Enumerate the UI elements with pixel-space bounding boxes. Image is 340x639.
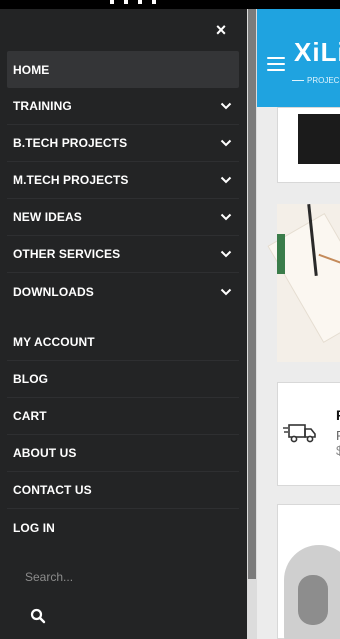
menu-item-cart[interactable]: CART [7, 398, 239, 435]
hamburger-menu-icon[interactable] [267, 57, 285, 71]
notebook-graphic [267, 213, 340, 343]
menu-item-downloads[interactable]: DOWNLOADS [7, 273, 239, 310]
menu-item-other-services[interactable]: OTHER SERVICES [7, 236, 239, 273]
top-bar [0, 0, 340, 9]
menu-item-label: NEW IDEAS [13, 210, 82, 224]
drawer-menu: HOME TRAINING B.TECH PROJECTS M.TECH PRO… [7, 51, 239, 546]
menu-group-gap [7, 310, 239, 324]
menu-item-label: BLOG [13, 372, 49, 386]
delivery-truck-icon [283, 424, 316, 443]
product-card[interactable] [277, 504, 340, 639]
menu-item-label: TRAINING [13, 99, 72, 113]
chevron-down-icon[interactable] [219, 173, 233, 187]
menu-item-contact-us[interactable]: CONTACT US [7, 472, 239, 509]
menu-item-label: B.TECH PROJECTS [13, 136, 128, 150]
chevron-down-icon[interactable] [219, 247, 233, 261]
close-icon[interactable]: × [208, 19, 234, 41]
menu-item-home[interactable]: HOME [7, 51, 239, 88]
feature-card: F F $ [277, 382, 340, 486]
chevron-down-icon[interactable] [219, 285, 233, 299]
product-card[interactable] [277, 107, 340, 183]
product-image-detail [298, 575, 328, 625]
menu-item-label: M.TECH PROJECTS [13, 173, 129, 187]
menu-item-training[interactable]: TRAINING [7, 88, 239, 125]
page-scrollbar[interactable] [247, 9, 257, 639]
product-image [298, 114, 340, 164]
menu-item-btech-projects[interactable]: B.TECH PROJECTS [7, 125, 239, 162]
chevron-down-icon[interactable] [219, 210, 233, 224]
feature-title: F [336, 407, 340, 423]
site-tagline: PROJEC [292, 76, 339, 85]
menu-item-blog[interactable]: BLOG [7, 361, 239, 398]
feature-text: F [336, 428, 340, 443]
top-bar-glyphs [110, 0, 156, 4]
menu-item-new-ideas[interactable]: NEW IDEAS [7, 199, 239, 236]
search-field-wrapper [7, 559, 239, 595]
menu-item-label: ABOUT US [13, 446, 77, 460]
menu-item-label: DOWNLOADS [13, 284, 94, 299]
banner-image[interactable] [267, 204, 340, 362]
menu-item-label: HOME [13, 62, 50, 77]
search-input[interactable] [7, 559, 239, 595]
menu-item-label: MY ACCOUNT [13, 335, 95, 349]
page-scrollbar-thumb[interactable] [248, 9, 256, 579]
menu-item-log-in[interactable]: LOG IN [7, 509, 239, 546]
feature-price: $ [336, 443, 340, 458]
site-header: XiLi PROJEC [257, 9, 340, 107]
chevron-down-icon[interactable] [219, 136, 233, 150]
chevron-down-icon[interactable] [219, 99, 233, 113]
search-icon[interactable] [30, 608, 46, 624]
circuit-board-graphic [277, 234, 285, 274]
menu-item-my-account[interactable]: MY ACCOUNT [7, 324, 239, 361]
menu-item-label: CART [13, 409, 47, 423]
menu-item-mtech-projects[interactable]: M.TECH PROJECTS [7, 162, 239, 199]
background-page: XiLi PROJEC F F $ [247, 0, 340, 639]
menu-item-label: LOG IN [13, 520, 55, 535]
menu-item-about-us[interactable]: ABOUT US [7, 435, 239, 472]
menu-item-label: OTHER SERVICES [13, 247, 121, 261]
menu-item-label: CONTACT US [13, 483, 92, 497]
site-logo[interactable]: XiLi [294, 37, 340, 68]
side-drawer: × HOME TRAINING B.TECH PROJECTS M.TECH P… [0, 9, 247, 639]
